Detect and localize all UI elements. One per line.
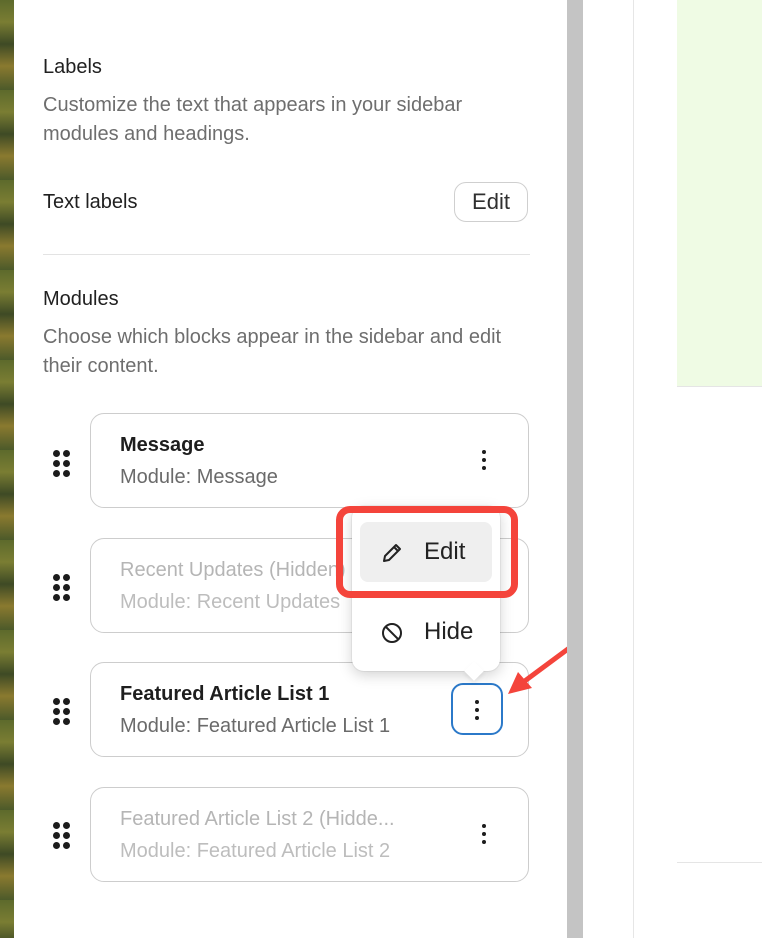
module-title: Message	[120, 434, 205, 456]
preview-divider	[677, 862, 762, 863]
labels-heading: Labels	[43, 56, 102, 78]
more-options-icon[interactable]	[479, 824, 489, 846]
module-title: Featured Article List 2 (Hidde...	[120, 808, 395, 830]
labels-description: Customize the text that appears in your …	[43, 94, 463, 145]
drag-handle-icon[interactable]	[53, 822, 71, 850]
more-options-button-focused[interactable]	[451, 683, 503, 735]
menu-item-label: Hide	[424, 618, 474, 645]
section-divider	[43, 254, 530, 255]
drag-handle-icon[interactable]	[53, 698, 71, 726]
module-subtitle: Module: Featured Article List 2	[120, 840, 391, 862]
preview-column-line	[633, 0, 634, 938]
module-card-message[interactable]: Message Module: Message	[90, 413, 529, 508]
module-subtitle: Module: Message	[120, 466, 278, 488]
panel-resize-bar[interactable]	[567, 0, 583, 938]
module-subtitle: Module: Recent Updates	[120, 591, 341, 613]
modules-description: Choose which blocks appear in the sideba…	[43, 326, 502, 377]
menu-item-hide[interactable]: Hide	[360, 602, 492, 662]
preview-highlight-block	[677, 0, 762, 387]
drag-handle-icon[interactable]	[53, 574, 71, 602]
more-options-icon[interactable]	[479, 450, 489, 472]
module-card-featured-article-list-2[interactable]: Featured Article List 2 (Hidde... Module…	[90, 787, 529, 882]
highlight-box	[336, 506, 518, 598]
drag-handle-icon[interactable]	[53, 450, 71, 478]
module-title: Featured Article List 1	[120, 683, 330, 705]
background-image-strip	[0, 0, 14, 938]
hide-icon	[382, 623, 402, 643]
modules-heading: Modules	[43, 288, 119, 310]
module-subtitle: Module: Featured Article List 1	[120, 715, 391, 737]
more-options-icon	[474, 700, 480, 720]
site-preview	[583, 0, 762, 938]
module-title: Recent Updates (Hidden)	[120, 559, 346, 581]
text-labels-edit-button[interactable]: Edit	[454, 182, 528, 222]
text-labels-label: Text labels	[43, 191, 138, 213]
